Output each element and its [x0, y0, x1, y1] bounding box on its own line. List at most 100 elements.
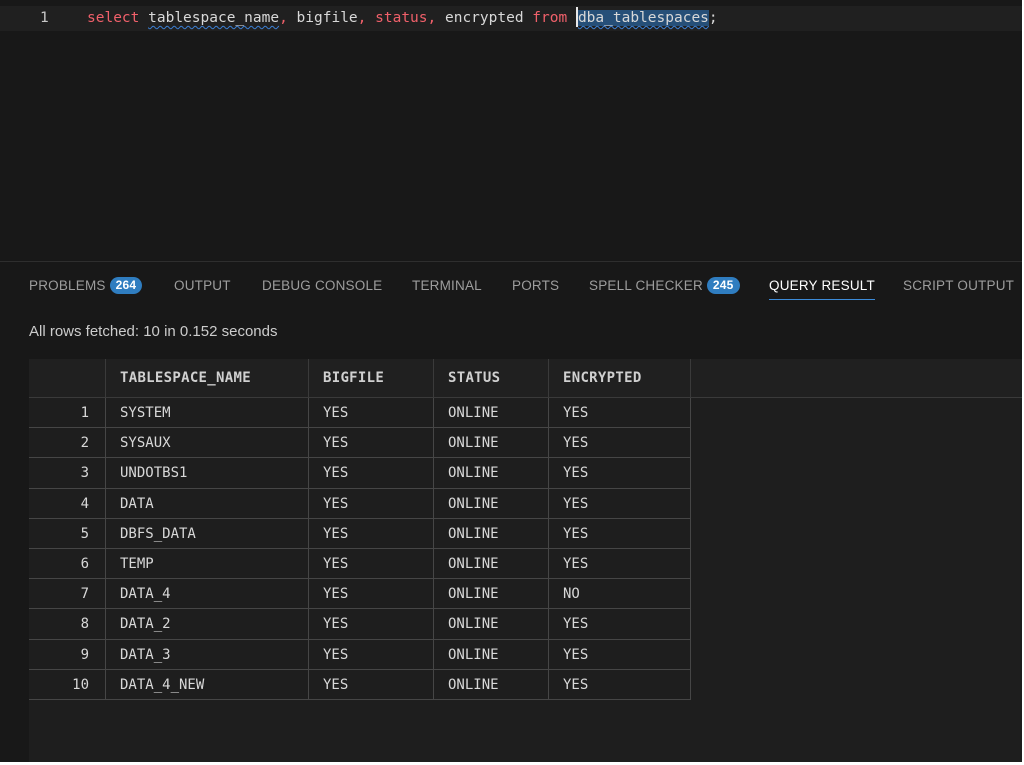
cell-tablespace-name[interactable]: UNDOTBS1 [120, 458, 187, 488]
tab-terminal[interactable]: TERMINAL [412, 277, 482, 297]
column-separator [433, 359, 434, 398]
cell-bigfile[interactable]: YES [323, 458, 348, 488]
row-number: 4 [80, 495, 89, 512]
cell-bigfile[interactable]: YES [323, 398, 348, 428]
cell-status[interactable]: ONLINE [448, 519, 499, 549]
cell-tablespace-name[interactable]: DATA_4_NEW [120, 670, 204, 700]
tab-problems[interactable]: PROBLEMS 264 [29, 277, 143, 297]
column-header-encrypted[interactable]: ENCRYPTED [563, 359, 642, 397]
active-tab-indicator [769, 299, 875, 300]
row-number: 2 [80, 435, 89, 452]
tab-script-output[interactable]: SCRIPT OUTPUT [903, 277, 1014, 297]
editor-line-1[interactable]: 1 select tablespace_name, bigfile, statu… [0, 6, 1022, 31]
table-row[interactable]: 4 DATA YES ONLINE YES [29, 489, 690, 519]
cell-status[interactable]: ONLINE [448, 458, 499, 488]
cell-tablespace-name[interactable]: SYSTEM [120, 398, 171, 428]
tab-query-result[interactable]: QUERY RESULT [769, 277, 875, 300]
row-number: 5 [80, 525, 89, 542]
cell-status[interactable]: ONLINE [448, 428, 499, 458]
column-header-status[interactable]: STATUS [448, 359, 500, 397]
cell-tablespace-name[interactable]: DATA_4 [120, 579, 171, 609]
table-row[interactable]: 10 DATA_4_NEW YES ONLINE YES [29, 670, 690, 700]
cell-bigfile[interactable]: YES [323, 519, 348, 549]
row-number: 3 [80, 465, 89, 482]
comma: , [357, 10, 367, 26]
tab-label: SPELL CHECKER [589, 278, 703, 293]
column-separator [548, 398, 549, 700]
column-tablespace-name: tablespace_name [148, 10, 280, 26]
code-editor[interactable]: 1 select tablespace_name, bigfile, statu… [0, 0, 1022, 262]
column-separator [308, 359, 309, 398]
cell-status[interactable]: ONLINE [448, 670, 499, 700]
cell-tablespace-name[interactable]: DATA [120, 489, 154, 519]
cell-encrypted[interactable]: NO [563, 579, 580, 609]
cell-encrypted[interactable]: YES [563, 489, 588, 519]
cell-bigfile[interactable]: YES [323, 428, 348, 458]
tab-label: PORTS [512, 278, 560, 293]
row-number: 1 [80, 405, 89, 421]
column-separator [690, 398, 691, 700]
spell-checker-count-badge: 245 [706, 277, 740, 294]
table-row[interactable]: 3 UNDOTBS1 YES ONLINE YES [29, 458, 690, 488]
table-row[interactable]: 9 DATA_3 YES ONLINE YES [29, 640, 690, 670]
table-row[interactable]: 1 SYSTEM YES ONLINE YES [29, 398, 690, 428]
table-row[interactable]: 5 DBFS_DATA YES ONLINE YES [29, 519, 690, 549]
cell-bigfile[interactable]: YES [323, 609, 348, 639]
cell-encrypted[interactable]: YES [563, 519, 588, 549]
cell-encrypted[interactable]: YES [563, 428, 588, 458]
column-bigfile: bigfile [296, 10, 358, 26]
problems-count-badge: 264 [109, 277, 143, 294]
cell-encrypted[interactable]: YES [563, 670, 588, 700]
cell-tablespace-name[interactable]: DBFS_DATA [120, 519, 196, 549]
cell-tablespace-name[interactable]: TEMP [120, 549, 154, 579]
table-row[interactable]: 7 DATA_4 YES ONLINE NO [29, 579, 690, 609]
bottom-panel: PROBLEMS 264 OUTPUT DEBUG CONSOLE TERMINA… [0, 262, 1022, 762]
tab-label: PROBLEMS [29, 278, 106, 293]
cell-bigfile[interactable]: YES [323, 640, 348, 670]
cell-bigfile[interactable]: YES [323, 579, 348, 609]
table-row[interactable]: 2 SYSAUX YES ONLINE YES [29, 428, 690, 458]
tab-label: TERMINAL [412, 278, 482, 293]
cell-bigfile[interactable]: YES [323, 549, 348, 579]
cell-tablespace-name[interactable]: DATA_3 [120, 640, 171, 670]
cell-encrypted[interactable]: YES [563, 398, 588, 428]
tab-spell-checker[interactable]: SPELL CHECKER 245 [589, 277, 740, 297]
column-separator [548, 359, 549, 398]
column-header-bigfile[interactable]: BIGFILE [323, 359, 384, 397]
cell-status[interactable]: ONLINE [448, 579, 499, 609]
cell-encrypted[interactable]: YES [563, 640, 588, 670]
table-row[interactable]: 8 DATA_2 YES ONLINE YES [29, 609, 690, 639]
table-row[interactable]: 6 TEMP YES ONLINE YES [29, 549, 690, 579]
column-separator [433, 398, 434, 700]
row-number: 7 [80, 586, 89, 603]
cell-encrypted[interactable]: YES [563, 549, 588, 579]
cell-status[interactable]: ONLINE [448, 489, 499, 519]
comma: , [427, 10, 437, 26]
row-number: 8 [80, 616, 89, 633]
semicolon: ; [708, 10, 718, 26]
cell-bigfile[interactable]: YES [323, 670, 348, 700]
cell-status[interactable]: ONLINE [448, 640, 499, 670]
query-result-grid[interactable]: TABLESPACE_NAME BIGFILE STATUS ENCRYPTED 1 SY… [29, 359, 1022, 762]
column-encrypted: encrypted [444, 10, 524, 26]
column-separator [105, 398, 106, 700]
cell-tablespace-name[interactable]: SYSAUX [120, 428, 171, 458]
column-status: status [375, 10, 428, 26]
column-header-tablespace-name[interactable]: TABLESPACE_NAME [120, 359, 251, 397]
cell-tablespace-name[interactable]: DATA_2 [120, 609, 171, 639]
row-number: 6 [80, 556, 89, 572]
column-separator [690, 359, 691, 398]
cell-encrypted[interactable]: YES [563, 458, 588, 488]
cell-encrypted[interactable]: YES [563, 609, 588, 639]
tab-label: QUERY RESULT [769, 278, 875, 293]
cell-status[interactable]: ONLINE [448, 609, 499, 639]
comma: , [279, 10, 288, 26]
tab-output[interactable]: OUTPUT [174, 277, 231, 297]
tab-debug-console[interactable]: DEBUG CONSOLE [262, 277, 382, 297]
cell-status[interactable]: ONLINE [448, 549, 499, 579]
cell-status[interactable]: ONLINE [448, 398, 499, 428]
cell-bigfile[interactable]: YES [323, 489, 348, 519]
tab-ports[interactable]: PORTS [512, 277, 559, 297]
keyword-from: from [532, 10, 568, 26]
sql-query[interactable]: select tablespace_name, bigfile, status,… [87, 6, 718, 31]
